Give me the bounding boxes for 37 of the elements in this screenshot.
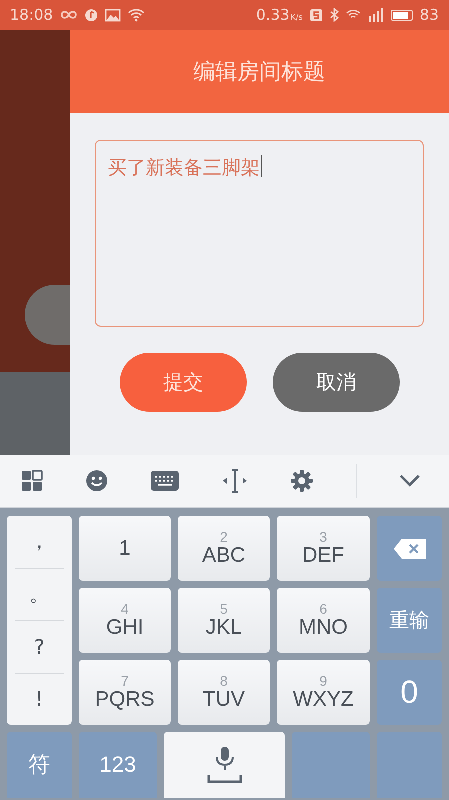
image-icon (105, 8, 122, 22)
letter-key[interactable]: 9 WXYZ (277, 660, 370, 725)
letter-key[interactable]: 7 PQRS (79, 660, 171, 725)
punctuation-key[interactable]: 。 (15, 568, 64, 621)
battery-icon (390, 10, 413, 20)
punctuation-key[interactable]: ， (15, 516, 64, 568)
battery-level: 83 (420, 6, 439, 24)
cursor-icon[interactable] (222, 469, 248, 493)
chevron-down-icon[interactable] (399, 474, 422, 488)
infinity-icon (60, 10, 78, 20)
cancel-button[interactable]: 取消 (273, 353, 400, 412)
letter-key[interactable]: 3 DEF (277, 516, 370, 581)
signal-icon (368, 8, 384, 22)
network-speed: 0.33 (256, 6, 290, 24)
letter-key[interactable]: 4 GHI (79, 588, 171, 653)
bluetooth-icon (330, 8, 339, 22)
dialog-title: 编辑房间标题 (194, 58, 326, 86)
space-key[interactable] (164, 732, 285, 798)
wifi-icon (128, 8, 146, 22)
delete-key[interactable] (377, 516, 442, 581)
grid-icon[interactable] (21, 470, 44, 492)
letter-key[interactable]: 2 ABC (178, 516, 270, 581)
letter-key[interactable]: 5 JKL (178, 588, 270, 653)
notification-icon (85, 8, 98, 22)
punctuation-key[interactable]: ! (15, 674, 64, 725)
microphone-icon (206, 745, 242, 785)
wifi-icon (346, 9, 361, 21)
speed-unit: K/s (290, 13, 303, 22)
clock: 18:08 (10, 6, 54, 24)
letter-key[interactable]: 8 TUV (178, 660, 270, 725)
letter-key[interactable]: 6 MNO (277, 588, 370, 653)
emoji-icon[interactable] (86, 470, 108, 492)
letter-key[interactable]: 1 (79, 516, 171, 581)
keyboard-icon[interactable] (151, 471, 180, 491)
backspace-icon (394, 538, 426, 558)
app-s-icon (310, 8, 323, 22)
punctuation-key[interactable]: ? (15, 621, 64, 674)
